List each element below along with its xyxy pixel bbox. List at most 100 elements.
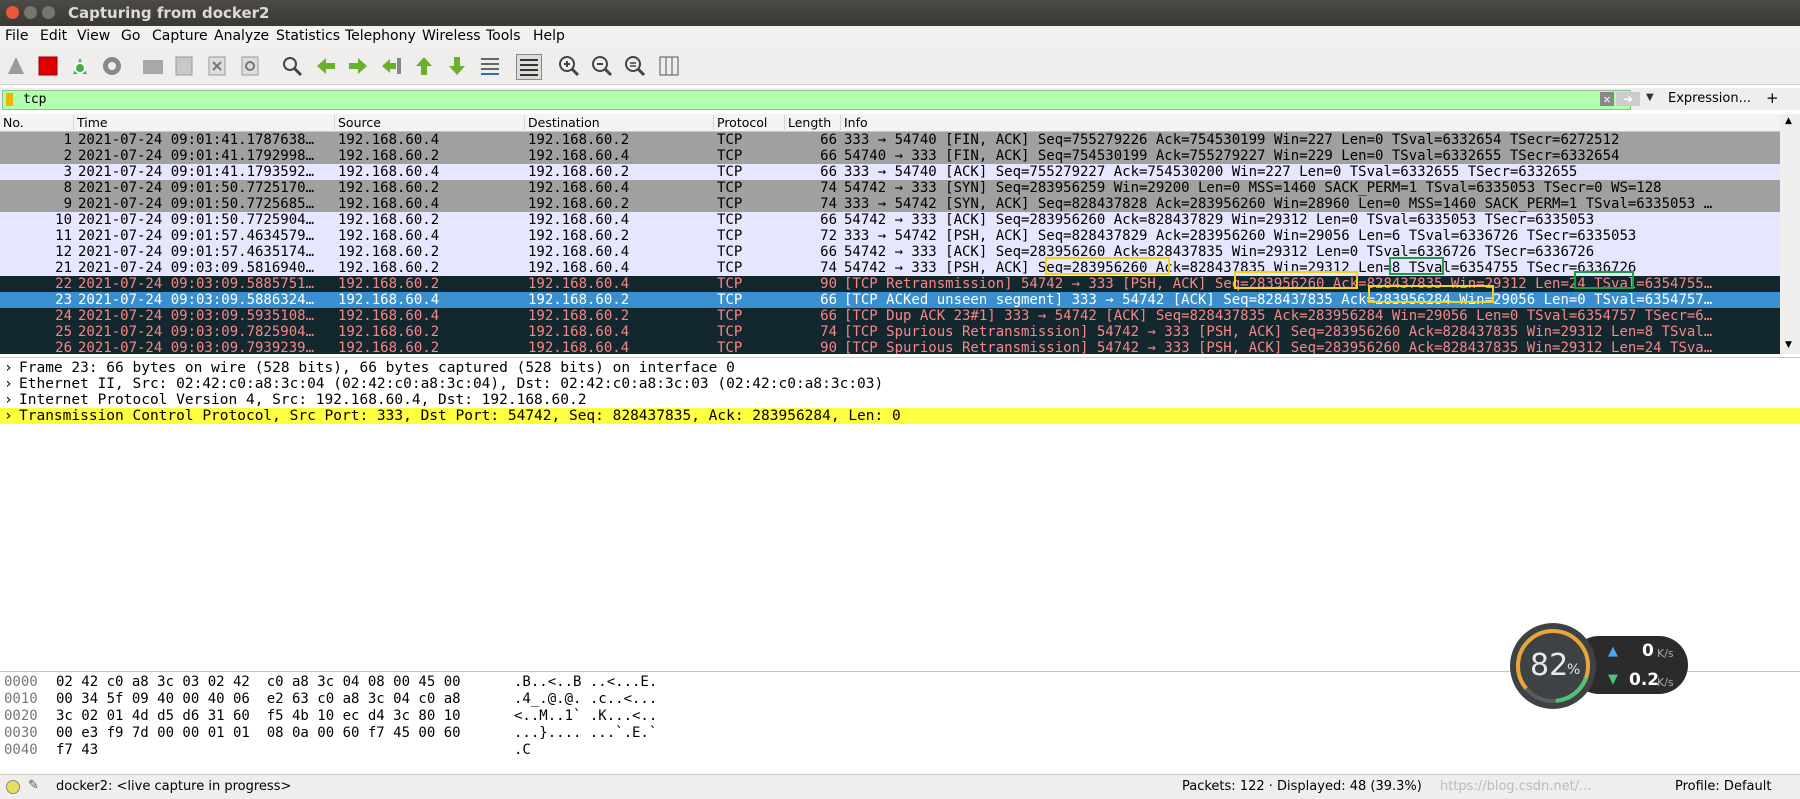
- packet-row[interactable]: 3 2021-07-24 09:01:41.1793592… 192.168.60.…: [0, 164, 1780, 180]
- detail-tcp[interactable]: › Transmission Control Protocol, Src Port…: [0, 408, 1800, 424]
- menu-analyze[interactable]: Analyze: [214, 28, 269, 44]
- reload-file-icon[interactable]: [238, 54, 262, 78]
- packet-row[interactable]: 25 2021-07-24 09:03:09.7825904… 192.168.60…: [0, 324, 1780, 340]
- packet-src-cell: 192.168.60.2: [338, 180, 440, 196]
- autoscroll-icon[interactable]: [478, 54, 502, 78]
- packet-no-cell: 23: [55, 292, 72, 308]
- menu-telephony[interactable]: Telephony: [345, 28, 416, 44]
- packet-dst-cell: 192.168.60.4: [528, 324, 630, 340]
- scroll-up-arrow-icon[interactable]: ▲: [1785, 116, 1792, 126]
- menu-go[interactable]: Go: [121, 28, 140, 44]
- packet-row[interactable]: 9 2021-07-24 09:01:50.7725685… 192.168.60.…: [0, 196, 1780, 212]
- find-packet-icon[interactable]: [280, 54, 304, 78]
- menu-capture[interactable]: Capture: [152, 28, 208, 44]
- packet-proto-cell: TCP: [717, 164, 743, 180]
- scroll-down-arrow-icon[interactable]: ▼: [1785, 340, 1792, 350]
- column-source[interactable]: Source: [334, 115, 525, 130]
- detail-ethernet[interactable]: › Ethernet II, Src: 02:42:c0:a8:3c:04 (02…: [0, 376, 1800, 392]
- resize-columns-icon[interactable]: [657, 54, 681, 78]
- stop-capture-icon[interactable]: [36, 54, 60, 78]
- packet-no-cell: 24: [55, 308, 72, 324]
- menu-wireless[interactable]: Wireless: [422, 28, 481, 44]
- colorize-icon[interactable]: [516, 54, 542, 80]
- column-destination[interactable]: Destination: [524, 115, 716, 130]
- packet-dst-cell: 192.168.60.4: [528, 212, 630, 228]
- packet-src-cell: 192.168.60.2: [338, 212, 440, 228]
- packet-row[interactable]: 26 2021-07-24 09:03:09.7939239… 192.168.60…: [0, 340, 1780, 354]
- apply-filter-icon[interactable]: ➜: [1616, 92, 1640, 106]
- go-to-packet-icon[interactable]: [380, 54, 404, 78]
- start-capture-icon[interactable]: [4, 54, 28, 78]
- menu-tools[interactable]: Tools: [486, 28, 521, 44]
- clear-filter-icon[interactable]: ✕: [1600, 92, 1614, 106]
- add-filter-button[interactable]: +: [1766, 89, 1779, 107]
- packet-dst-cell: 192.168.60.4: [528, 260, 630, 276]
- packet-row[interactable]: 21 2021-07-24 09:03:09.5816940… 192.168.60…: [0, 260, 1780, 276]
- go-back-icon[interactable]: [314, 54, 338, 78]
- packet-info-cell: [TCP ACKed unseen segment] 333 → 54742 […: [844, 292, 1713, 308]
- packet-row[interactable]: 10 2021-07-24 09:01:50.7725904… 192.168.60…: [0, 212, 1780, 228]
- menu-view[interactable]: View: [77, 28, 110, 44]
- zoom-normal-icon[interactable]: [623, 54, 647, 78]
- main-toolbar: [0, 48, 1800, 85]
- packet-dst-cell: 192.168.60.2: [528, 164, 630, 180]
- profile-label[interactable]: Profile: Default: [1675, 779, 1771, 794]
- column-no[interactable]: No.: [0, 115, 75, 130]
- menu-statistics[interactable]: Statistics: [276, 28, 340, 44]
- zoom-in-icon[interactable]: [557, 54, 581, 78]
- packet-row[interactable]: 12 2021-07-24 09:01:57.4635174… 192.168.60…: [0, 244, 1780, 260]
- packet-info-cell: [TCP Dup ACK 23#1] 333 → 54742 [ACK] Seq…: [844, 308, 1713, 324]
- packet-no-cell: 12: [55, 244, 72, 260]
- download-arrow-icon: ▼: [1608, 672, 1618, 687]
- capture-options-icon[interactable]: [100, 54, 124, 78]
- menu-help[interactable]: Help: [533, 28, 565, 44]
- packet-row[interactable]: 8 2021-07-24 09:01:50.7725170… 192.168.60.…: [0, 180, 1780, 196]
- packet-list[interactable]: 1 2021-07-24 09:01:41.1787638… 192.168.60.…: [0, 132, 1780, 354]
- menu-file[interactable]: File: [5, 28, 28, 44]
- packet-list-scrollbar[interactable]: ▲ ▼: [1780, 114, 1800, 354]
- filter-dropdown-icon[interactable]: ▼: [1646, 92, 1654, 103]
- packet-row[interactable]: 1 2021-07-24 09:01:41.1787638… 192.168.60.…: [0, 132, 1780, 148]
- packet-no-cell: 11: [55, 228, 72, 244]
- packet-row[interactable]: 11 2021-07-24 09:01:57.4634579… 192.168.60…: [0, 228, 1780, 244]
- packet-len-cell: 72: [820, 228, 837, 244]
- packet-row[interactable]: 23 2021-07-24 09:03:09.5886324… 192.168.60…: [0, 292, 1780, 308]
- packet-no-cell: 1: [63, 132, 72, 148]
- last-packet-icon[interactable]: [445, 54, 469, 78]
- expand-arrow-icon[interactable]: ›: [4, 376, 13, 392]
- first-packet-icon[interactable]: [412, 54, 436, 78]
- go-forward-icon[interactable]: [346, 54, 370, 78]
- expand-arrow-icon[interactable]: ›: [4, 408, 13, 424]
- column-info[interactable]: Info: [840, 115, 1774, 130]
- packet-proto-cell: TCP: [717, 228, 743, 244]
- packet-proto-cell: TCP: [717, 324, 743, 340]
- save-file-icon[interactable]: [172, 54, 196, 78]
- bookmark-icon[interactable]: [6, 93, 13, 106]
- display-filter-input[interactable]: tcp ✕: [2, 90, 1631, 110]
- expression-button[interactable]: Expression...: [1668, 91, 1751, 106]
- restart-capture-icon[interactable]: [68, 54, 92, 78]
- column-length[interactable]: Length: [784, 115, 843, 130]
- menu-edit[interactable]: Edit: [40, 28, 67, 44]
- upload-speed: 0: [1642, 641, 1654, 661]
- maximize-window-button[interactable]: [42, 6, 55, 19]
- detail-frame[interactable]: › Frame 23: 66 bytes on wire (528 bits), …: [0, 360, 1800, 376]
- minimize-window-button[interactable]: [24, 6, 37, 19]
- packet-info-cell: [TCP Spurious Retransmission] 54742 → 33…: [844, 340, 1713, 354]
- expand-arrow-icon[interactable]: ›: [4, 392, 13, 408]
- packet-len-cell: 90: [820, 276, 837, 292]
- expand-arrow-icon[interactable]: ›: [4, 360, 13, 376]
- capture-status-icon[interactable]: [6, 780, 20, 794]
- packet-row[interactable]: 2 2021-07-24 09:01:41.1792998… 192.168.60.…: [0, 148, 1780, 164]
- close-file-icon[interactable]: [205, 54, 229, 78]
- edit-comment-icon[interactable]: ✎: [28, 778, 39, 793]
- zoom-out-icon[interactable]: [590, 54, 614, 78]
- packet-row[interactable]: 22 2021-07-24 09:03:09.5885751… 192.168.60…: [0, 276, 1780, 292]
- close-window-button[interactable]: [6, 6, 19, 19]
- open-file-icon[interactable]: [141, 54, 165, 78]
- packet-proto-cell: TCP: [717, 276, 743, 292]
- detail-ip[interactable]: › Internet Protocol Version 4, Src: 192.1…: [0, 392, 1800, 408]
- packet-row[interactable]: 24 2021-07-24 09:03:09.5935108… 192.168.60…: [0, 308, 1780, 324]
- column-time[interactable]: Time: [73, 115, 335, 130]
- column-protocol[interactable]: Protocol: [713, 115, 787, 130]
